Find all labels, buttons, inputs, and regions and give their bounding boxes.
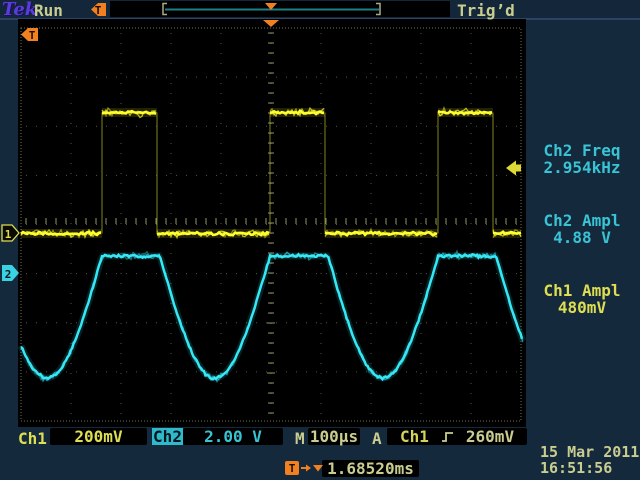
measurement-label: Ch2 Ampl: [528, 212, 636, 229]
channel-2-marker: 2: [2, 265, 19, 281]
measurement-ch1-ampl: Ch1 Ampl 480mV: [528, 282, 636, 316]
graticule-grid: [21, 28, 521, 421]
measurement-label: Ch2 Freq: [528, 142, 636, 159]
svg-text:1: 1: [5, 228, 12, 241]
svg-text:2: 2: [5, 268, 12, 281]
trigger-position-icon: [263, 20, 279, 27]
date-value: 15 Mar 2011: [540, 444, 640, 460]
measurement-ch2-freq: Ch2 Freq 2.954kHz: [528, 142, 636, 176]
svg-text:T: T: [289, 462, 296, 475]
time-value: 16:51:56: [540, 460, 640, 476]
trigger-level-arrow-icon: [506, 161, 521, 176]
delay-down-triangle-icon: [313, 465, 323, 472]
delay-arrow-icon: [301, 465, 311, 472]
svg-text:T: T: [95, 4, 102, 17]
datetime-readout: 15 Mar 2011 16:51:56: [540, 444, 640, 476]
measurement-ch2-ampl: Ch2 Ampl 4.88 V: [528, 212, 636, 246]
trigger-time-flag-icon: T: [21, 28, 38, 42]
channel-1-marker: 1: [2, 225, 19, 241]
measurement-value: 4.88 V: [528, 229, 636, 246]
delay-trigger-t-icon: T: [285, 461, 299, 475]
topbar-trigger-t-icon: T: [91, 3, 106, 17]
svg-text:T: T: [29, 29, 36, 42]
measurement-value: 480mV: [528, 299, 636, 316]
waveform-traces: [21, 108, 523, 382]
oscilloscope-screen: Tek Run Trig’d T T 1: [0, 0, 640, 480]
measurement-label: Ch1 Ampl: [528, 282, 636, 299]
measurement-value: 2.954kHz: [528, 159, 636, 176]
